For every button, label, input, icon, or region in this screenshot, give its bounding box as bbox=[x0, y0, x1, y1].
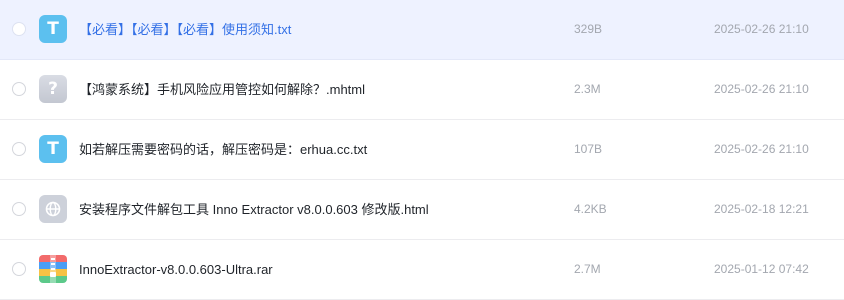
file-name[interactable]: 【必看】【必看】【必看】使用须知.txt bbox=[79, 0, 291, 59]
file-list: T 【必看】【必看】【必看】使用须知.txt 329B 2025-02-26 2… bbox=[0, 0, 844, 300]
file-size: 107B bbox=[574, 142, 603, 156]
globe-icon bbox=[45, 201, 61, 217]
unknown-file-icon: ? bbox=[39, 75, 67, 103]
row-select-radio[interactable] bbox=[12, 22, 26, 36]
row-select-radio[interactable] bbox=[12, 202, 26, 216]
file-row[interactable]: InnoExtractor-v8.0.0.603-Ultra.rar 2.7M … bbox=[0, 240, 844, 300]
file-size: 4.2KB bbox=[574, 202, 607, 216]
html-file-icon bbox=[39, 195, 67, 223]
file-row[interactable]: 安装程序文件解包工具 Inno Extractor v8.0.0.603 修改版… bbox=[0, 180, 844, 240]
file-name[interactable]: 【鸿蒙系统】手机风险应用管控如何解除？.mhtml bbox=[79, 60, 365, 119]
file-date: 2025-01-12 07:42 bbox=[714, 262, 809, 276]
row-select-radio[interactable] bbox=[12, 82, 26, 96]
file-date: 2025-02-18 12:21 bbox=[714, 202, 809, 216]
file-name[interactable]: 如若解压需要密码的话，解压密码是：erhua.cc.txt bbox=[79, 120, 367, 179]
file-size: 2.3M bbox=[574, 82, 601, 96]
file-row[interactable]: T 如若解压需要密码的话，解压密码是：erhua.cc.txt 107B 202… bbox=[0, 120, 844, 180]
file-name[interactable]: 安装程序文件解包工具 Inno Extractor v8.0.0.603 修改版… bbox=[79, 180, 429, 239]
txt-file-icon: T bbox=[39, 15, 67, 43]
file-date: 2025-02-26 21:10 bbox=[714, 22, 809, 36]
file-row[interactable]: ? 【鸿蒙系统】手机风险应用管控如何解除？.mhtml 2.3M 2025-02… bbox=[0, 60, 844, 120]
row-select-radio[interactable] bbox=[12, 142, 26, 156]
txt-file-icon: T bbox=[39, 135, 67, 163]
rar-archive-icon bbox=[39, 255, 67, 283]
file-date: 2025-02-26 21:10 bbox=[714, 82, 809, 96]
file-name[interactable]: InnoExtractor-v8.0.0.603-Ultra.rar bbox=[79, 240, 273, 299]
archive-stripes-icon bbox=[39, 255, 67, 283]
row-select-radio[interactable] bbox=[12, 262, 26, 276]
file-row[interactable]: T 【必看】【必看】【必看】使用须知.txt 329B 2025-02-26 2… bbox=[0, 0, 844, 60]
file-size: 2.7M bbox=[574, 262, 601, 276]
file-size: 329B bbox=[574, 22, 603, 36]
file-date: 2025-02-26 21:10 bbox=[714, 142, 809, 156]
